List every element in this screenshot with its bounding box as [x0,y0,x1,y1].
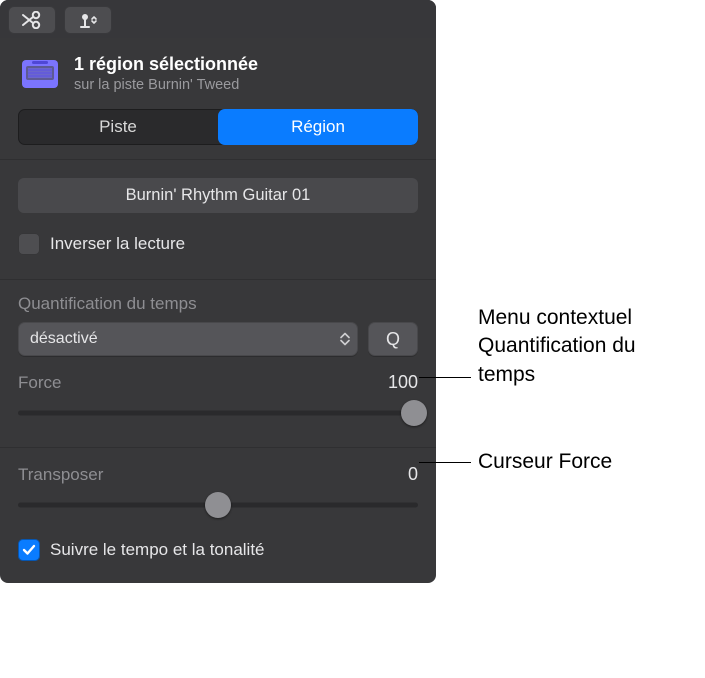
tab-region[interactable]: Région [218,109,418,145]
slider-thumb[interactable] [205,492,231,518]
force-row: Force 100 [18,372,418,393]
slider-thumb[interactable] [401,400,427,426]
quantize-value: désactivé [30,330,98,348]
quantize-dropdown[interactable]: désactivé [18,322,358,356]
force-slider[interactable] [18,399,418,427]
force-label: Force [18,373,61,393]
reverse-checkbox[interactable] [18,233,40,255]
scissors-button[interactable] [8,6,56,34]
follow-checkbox[interactable] [18,539,40,561]
follow-label: Suivre le tempo et la tonalité [50,540,265,560]
section-transpose: Transposer 0 Suivre le tempo et la tonal… [0,448,436,583]
force-value[interactable]: 100 [388,372,418,393]
quantize-label: Quantification du temps [18,294,418,314]
region-name-field[interactable]: Burnin' Rhythm Guitar 01 [18,178,418,213]
header-text: 1 région sélectionnée sur la piste Burni… [74,54,258,93]
metronome-icon [75,11,101,29]
transpose-value[interactable]: 0 [408,464,418,485]
annotation-force-slider: Curseur Force [478,448,612,476]
follow-row: Suivre le tempo et la tonalité [18,539,418,563]
transpose-label: Transposer [18,465,103,485]
leader-line [419,462,471,463]
check-icon [22,544,36,556]
leader-line [419,377,471,378]
scissors-icon [19,11,45,29]
inspector-panel: 1 région sélectionnée sur la piste Burni… [0,0,436,583]
region-title: 1 région sélectionnée [74,54,258,75]
tab-segment: Piste Région [18,109,418,145]
chevron-up-down-icon [340,333,350,346]
reverse-label: Inverser la lecture [50,234,185,254]
transpose-row: Transposer 0 [18,464,418,485]
metronome-menu-button[interactable] [64,6,112,34]
tab-piste[interactable]: Piste [18,109,218,145]
region-subtitle: sur la piste Burnin' Tweed [74,77,258,93]
reverse-row: Inverser la lecture [18,233,418,261]
region-header: 1 région sélectionnée sur la piste Burni… [0,38,436,103]
transpose-slider[interactable] [18,491,418,519]
section-region: Burnin' Rhythm Guitar 01 Inverser la lec… [0,160,436,279]
toolbar [0,0,436,38]
quantize-row: désactivé Q [18,322,418,356]
quantize-button[interactable]: Q [368,322,418,356]
annotation-quant-menu: Menu contextuel Quantification du temps [478,304,698,389]
section-quantize: Quantification du temps désactivé Q Forc… [0,280,436,447]
slider-track [18,411,418,416]
amp-icon [20,57,60,91]
